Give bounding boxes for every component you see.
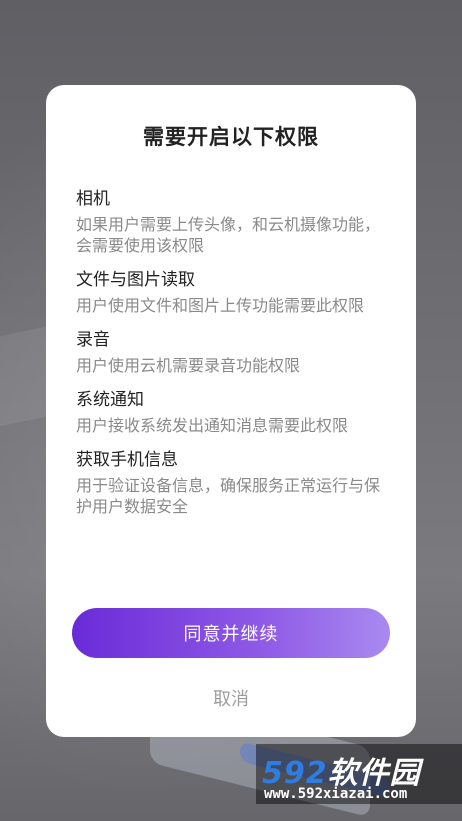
permission-name: 相机	[76, 189, 110, 209]
watermark-url: www.592xiazai.com	[264, 786, 408, 802]
permission-description: 用户使用云机需要录音功能权限	[76, 356, 301, 375]
permission-item-notifications: 系统通知 用户接收系统发出通知消息需要此权限	[76, 388, 386, 436]
permission-description: 用户接收系统发出通知消息需要此权限	[76, 416, 349, 435]
permission-item-files: 文件与图片读取 用户使用文件和图片上传功能需要此权限	[76, 268, 386, 316]
agree-continue-button[interactable]: 同意并继续	[72, 608, 390, 658]
permission-item-phone-info: 获取手机信息 用于验证设备信息，确保服务正常运行与保护用户数据安全	[76, 448, 386, 517]
site-watermark: 592软件园 www.592xiazai.com	[256, 744, 462, 804]
permission-description: 用于验证设备信息，确保服务正常运行与保护用户数据安全	[76, 476, 381, 516]
permission-list: 相机 如果用户需要上传头像，和云机摄像功能，会需要使用该权限 文件与图片读取 用…	[76, 187, 386, 517]
permission-name: 系统通知	[76, 390, 144, 410]
dialog-title: 需要开启以下权限	[143, 125, 319, 149]
permission-name: 录音	[76, 330, 110, 350]
permission-description: 如果用户需要上传头像，和云机摄像功能，会需要使用该权限	[76, 215, 381, 255]
permission-dialog: 需要开启以下权限 相机 如果用户需要上传头像，和云机摄像功能，会需要使用该权限 …	[46, 85, 416, 737]
permission-name: 文件与图片读取	[76, 270, 195, 290]
permission-item-camera: 相机 如果用户需要上传头像，和云机摄像功能，会需要使用该权限	[76, 187, 386, 256]
permission-item-recording: 录音 用户使用云机需要录音功能权限	[76, 328, 386, 376]
cancel-button[interactable]: 取消	[46, 685, 416, 711]
permission-name: 获取手机信息	[76, 450, 178, 470]
permission-description: 用户使用文件和图片上传功能需要此权限	[76, 296, 365, 315]
